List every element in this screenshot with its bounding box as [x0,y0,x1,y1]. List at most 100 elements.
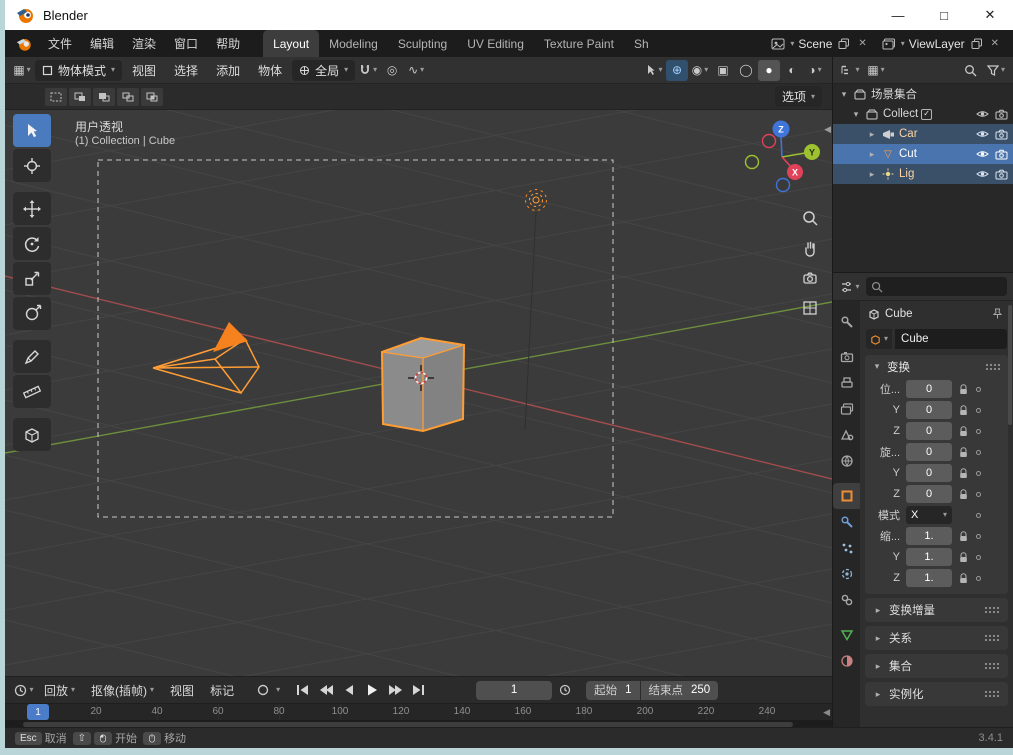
outliner-search-icon[interactable] [959,60,981,81]
hide-eye-icon[interactable] [974,106,990,122]
select-mode-set-icon[interactable] [45,87,67,106]
markers-menu[interactable]: 标记 [203,682,241,699]
ruler-expand-arrow[interactable]: ◀ [823,707,830,718]
relations-section[interactable]: ▸ 关系 [865,626,1008,650]
pan-hand-button[interactable] [798,236,822,260]
pin-icon[interactable] [989,306,1005,322]
rotate-tool[interactable] [13,227,51,260]
menu-render[interactable]: 渲染 [123,35,165,52]
workspace-tab-uv-editing[interactable]: UV Editing [457,30,534,57]
properties-tab-object-data[interactable] [833,622,860,648]
lock-icon[interactable] [959,425,968,437]
select-mode-invert-icon[interactable] [117,87,139,106]
snap-magnet-icon[interactable]: ▾ [357,60,379,81]
disclosure-icon[interactable]: ▸ [867,129,877,140]
disclosure-icon[interactable]: ▸ [867,169,877,180]
lock-icon[interactable] [959,404,968,416]
proportional-edit-icon[interactable]: ◎ [381,60,403,81]
menu-help[interactable]: 帮助 [207,35,249,52]
properties-scrollbar[interactable] [1008,305,1012,425]
playhead[interactable]: 1 [27,704,49,720]
ortho-toggle-button[interactable] [798,296,822,320]
shading-rendered-icon[interactable]: ◑ ▾ [804,60,826,81]
cursor-tool[interactable] [13,149,51,182]
move-tool[interactable] [13,192,51,225]
collections-section[interactable]: ▸ 集合 [865,654,1008,678]
hide-eye-icon[interactable] [974,126,990,142]
overlays-toggle-icon[interactable]: ◉ ▾ [689,60,711,81]
menu-edit[interactable]: 编辑 [81,35,123,52]
properties-tab-physics[interactable] [833,561,860,587]
browse-scene-icon[interactable] [770,36,786,52]
cube-object[interactable] [380,336,466,433]
scale-z-field[interactable]: 1. [906,569,952,587]
properties-tab-output[interactable] [833,370,860,396]
scale-y-field[interactable]: 1. [906,548,952,566]
animate-dot[interactable] [976,470,981,476]
visibility-dropdown-icon[interactable]: ▾ [643,60,665,81]
animate-dot[interactable] [976,428,981,434]
select-mode-extend-icon[interactable] [69,87,91,106]
workspace-tab-layout[interactable]: Layout [263,30,320,57]
object-id-icon[interactable]: ▾ [866,329,893,349]
select-box-tool[interactable] [13,114,51,147]
properties-tab-render[interactable] [833,344,860,370]
camera-view-button[interactable] [798,266,822,290]
location-y-field[interactable]: 0 [906,401,952,419]
shading-material-icon[interactable]: ◐ [781,60,803,81]
shading-wireframe-icon[interactable]: ◯ [735,60,757,81]
panel-grip[interactable] [984,606,1000,614]
lock-icon[interactable] [959,383,968,395]
shading-solid-icon[interactable]: ● [758,59,780,81]
navigation-gizmo[interactable] [740,115,825,197]
transform-panel-header[interactable]: ▾ 变换 [865,355,1008,378]
timeline-editor-icon[interactable]: ▾ [13,680,35,701]
viewlayer-icon[interactable] [881,36,897,52]
disclosure-icon[interactable]: ▾ [839,89,849,100]
new-viewlayer-icon[interactable] [969,36,985,52]
new-scene-icon[interactable] [836,36,852,52]
animate-dot[interactable] [976,449,981,455]
disclosure-icon[interactable]: ▾ [851,109,861,120]
transform-tool[interactable] [13,297,51,330]
orientation-dropdown[interactable]: 全局 ▾ [292,59,356,81]
scale-tool[interactable] [13,262,51,295]
breadcrumb-object-name[interactable]: Cube [885,308,913,320]
scene-name[interactable]: Scene [798,37,832,51]
workspace-tab-texture-paint[interactable]: Texture Paint [534,30,624,57]
menu-window[interactable]: 窗口 [165,35,207,52]
blender-menu-icon[interactable] [15,35,33,53]
location-x-field[interactable]: 0 [906,380,952,398]
editor-type-icon[interactable]: ▦ ▾ [11,60,33,81]
light-object-row[interactable]: ▸ Lig [833,164,1013,184]
select-menu[interactable]: 选择 [166,62,206,79]
next-keyframe-button[interactable] [385,681,405,699]
light-object[interactable] [525,189,547,211]
timeline-view-menu[interactable]: 视图 [163,682,201,699]
workspace-tab-modeling[interactable]: Modeling [319,30,388,57]
disable-render-camera-icon[interactable] [993,146,1009,162]
mode-dropdown[interactable]: 物体模式 ▾ [35,59,123,81]
properties-tab-material[interactable] [833,648,860,674]
scene-dropdown-caret[interactable]: ▾ [790,39,794,48]
scene-collection-label[interactable]: 场景集合 [871,86,917,102]
select-mode-intersect-icon[interactable] [141,87,163,106]
properties-editor-icon[interactable]: ▾ [839,276,861,297]
options-dropdown[interactable]: 选项 ▾ [774,86,822,107]
minimize-button[interactable]: — [875,0,921,30]
xray-toggle-icon[interactable]: ▣ [712,60,734,81]
viewport-3d[interactable]: Z Y X 用户透视 (1) Collection | Cube ◀ [5,110,832,676]
panel-grip[interactable] [984,662,1000,670]
zoom-button[interactable] [798,206,822,230]
close-button[interactable]: ✕ [967,0,1013,30]
panel-grip[interactable] [984,634,1000,642]
rotation-y-field[interactable]: 0 [906,464,952,482]
select-mode-subtract-icon[interactable] [93,87,115,106]
keyingset-caret[interactable]: ▾ [276,686,280,694]
cube-object-label[interactable]: Cut [899,148,917,160]
viewlayer-dropdown-caret[interactable]: ▾ [901,39,905,48]
rotation-x-field[interactable]: 0 [906,443,952,461]
gizmo-toggle-icon[interactable]: ⊕ [666,59,688,81]
outliner-editor-icon[interactable]: ▾ [839,60,861,81]
current-frame-field[interactable]: 1 [476,680,553,700]
